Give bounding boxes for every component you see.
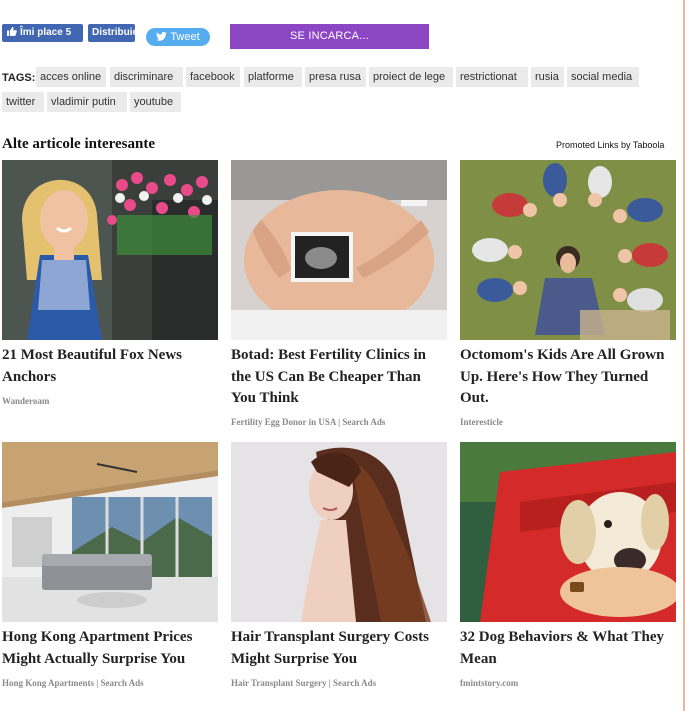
card-title[interactable]: Octomom's Kids Are All Grown Up. Here's …	[460, 345, 676, 410]
tag-link[interactable]: facebook	[186, 67, 240, 87]
like-label: Îmi place 5	[20, 27, 72, 38]
card-thumbnail[interactable]	[2, 442, 218, 622]
card-source: Hair Transplant Surgery | Search Ads	[231, 678, 377, 688]
tag-link[interactable]: restrictionat	[456, 67, 528, 87]
card-title[interactable]: Hong Kong Apartment Prices Might Actuall…	[2, 627, 218, 670]
puppy-image	[460, 442, 676, 622]
woman-portrait-image	[2, 160, 218, 340]
facebook-like-button[interactable]: Îmi place 5	[2, 24, 83, 42]
tweet-button[interactable]: Tweet	[146, 28, 210, 46]
apartment-interior-image	[2, 442, 218, 622]
tag-link[interactable]: presa rusa	[305, 67, 366, 87]
facebook-share-button[interactable]: Distribuie	[88, 24, 135, 42]
tag-link[interactable]: proiect de lege	[369, 67, 453, 87]
tag-link[interactable]: discriminare	[110, 67, 183, 87]
tags-label: TAGS:	[2, 72, 36, 84]
section-heading: Alte articole interesante	[2, 136, 155, 152]
card-title[interactable]: Botad: Best Fertility Clinics in the US …	[231, 345, 447, 410]
card-thumbnail[interactable]	[231, 442, 447, 622]
card-source: Wanderoam	[2, 396, 50, 406]
card-source: Interesticle	[460, 417, 503, 427]
loading-label: SE INCARCA...	[289, 30, 369, 42]
loading-button[interactable]: SE INCARCA...	[230, 24, 429, 49]
card-source: Fertility Egg Donor in USA | Search Ads	[231, 417, 386, 427]
card-thumbnail[interactable]	[2, 160, 218, 340]
card-title[interactable]: Hair Transplant Surgery Costs Might Surp…	[231, 627, 447, 670]
babies-circle-image	[460, 160, 676, 340]
card-source: Hong Kong Apartments | Search Ads	[2, 678, 144, 688]
tag-link[interactable]: acces online	[36, 67, 106, 87]
card-source: fmintstory.com	[460, 678, 519, 688]
tweet-label: Tweet	[170, 31, 200, 43]
share-label: Distribuie	[92, 27, 135, 38]
card-title[interactable]: 32 Dog Behaviors & What They Mean	[460, 627, 676, 670]
pregnancy-ultrasound-image	[231, 160, 447, 340]
tag-link[interactable]: platforme	[244, 67, 302, 87]
card-thumbnail[interactable]	[460, 160, 676, 340]
tag-link[interactable]: vladimir putin	[47, 92, 127, 112]
promoted-links-label[interactable]: Promoted Links by Taboola	[556, 140, 664, 150]
twitter-bird-icon	[156, 32, 168, 41]
tag-link[interactable]: youtube	[130, 92, 181, 112]
card-thumbnail[interactable]	[231, 160, 447, 340]
tag-link[interactable]: rusia	[531, 67, 564, 87]
thumbs-up-icon	[7, 27, 17, 36]
tag-link[interactable]: social media	[567, 67, 639, 87]
card-title[interactable]: 21 Most Beautiful Fox News Anchors	[2, 345, 218, 388]
tag-link[interactable]: twitter	[2, 92, 44, 112]
long-hair-woman-image	[231, 442, 447, 622]
card-thumbnail[interactable]	[460, 442, 676, 622]
